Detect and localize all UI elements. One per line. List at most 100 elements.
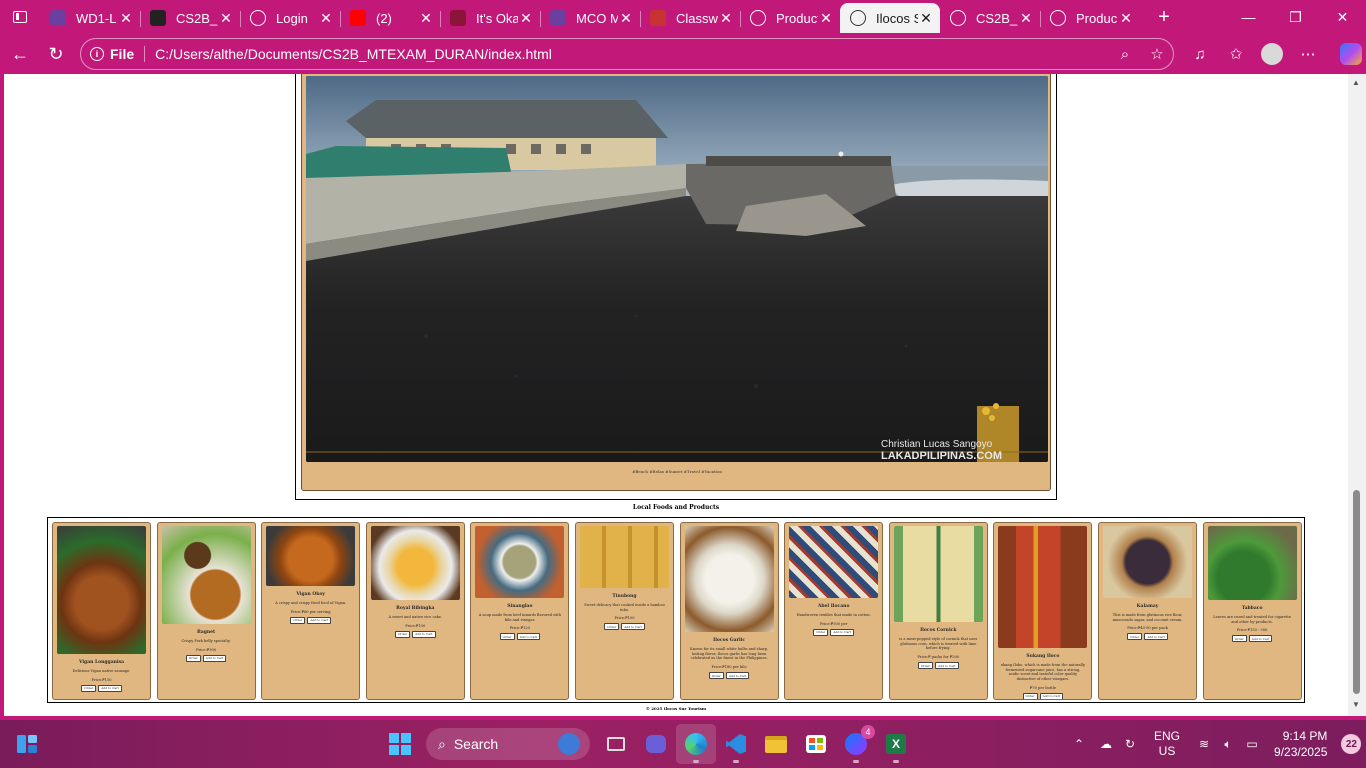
language-code: ENG (1154, 729, 1181, 743)
order-button[interactable]: Order (708, 672, 724, 680)
order-button[interactable]: Order (394, 630, 410, 638)
product-image (1103, 526, 1192, 598)
restore-button[interactable]: ❐ (1272, 0, 1319, 34)
meet-icon[interactable] (636, 724, 676, 764)
close-tab-icon[interactable]: ✕ (918, 10, 934, 27)
browser-tab[interactable]: Login ✕ (240, 3, 340, 33)
browser-tab[interactable]: CS2B_M✕ (140, 3, 240, 33)
read-aloud-icon[interactable]: ♫ (1182, 46, 1218, 63)
close-tab-icon[interactable]: ✕ (318, 10, 334, 27)
close-tab-icon[interactable]: ✕ (818, 10, 834, 27)
edge-icon[interactable] (676, 724, 716, 764)
order-button[interactable]: Order (81, 684, 97, 692)
profile-avatar[interactable] (1261, 43, 1283, 65)
order-button[interactable]: Order (813, 628, 829, 636)
order-button[interactable]: Order (1231, 635, 1247, 643)
add-to-cart-button[interactable]: Add to Cart (1248, 635, 1273, 643)
more-menu-icon[interactable]: ⋯ (1290, 45, 1326, 63)
browser-tab[interactable]: Ilocos S ✕ (840, 3, 940, 33)
order-button[interactable]: Order (185, 654, 201, 662)
order-button[interactable]: Order (604, 623, 620, 631)
close-tab-icon[interactable]: ✕ (1018, 10, 1034, 27)
order-button[interactable]: Order (499, 633, 515, 641)
close-tab-icon[interactable]: ✕ (418, 10, 434, 27)
order-button[interactable]: Order (290, 616, 306, 624)
task-view-icon[interactable] (596, 724, 636, 764)
volume-icon[interactable]: 🔈︎ (1216, 737, 1240, 752)
show-hidden-icons[interactable]: ⌃ (1064, 737, 1094, 751)
add-to-cart-button[interactable]: Add to Cart (725, 672, 750, 680)
close-tab-icon[interactable]: ✕ (218, 10, 234, 27)
page-scrollbar[interactable]: ▲ ▼ (1348, 74, 1366, 716)
scroll-thumb[interactable] (1353, 490, 1360, 694)
refresh-button[interactable]: ↻ (38, 36, 74, 72)
close-tab-icon[interactable]: ✕ (1118, 10, 1134, 27)
vscode-icon[interactable] (716, 724, 756, 764)
weather-icon[interactable]: ☁ (1094, 737, 1118, 751)
url-text[interactable]: C:/Users/althe/Documents/CS2B_MTEXAM_DUR… (155, 46, 1109, 62)
excel-icon[interactable]: X (876, 724, 916, 764)
add-to-cart-button[interactable]: Add to Cart (934, 662, 959, 670)
browser-tab[interactable]: (2) ✕ (340, 3, 440, 33)
copilot-icon[interactable] (1340, 43, 1362, 65)
messenger-icon[interactable]: 4 (836, 724, 876, 764)
add-to-cart-button[interactable]: Add to Cart (202, 654, 227, 662)
close-tab-icon[interactable]: ✕ (118, 10, 134, 27)
product-card: Abel Ilocano Handwoven textiles that made… (784, 522, 884, 700)
language-indicator[interactable]: ENG US (1154, 729, 1180, 759)
order-button[interactable]: Order (1022, 692, 1038, 699)
add-to-cart-button[interactable]: Add to Cart (1039, 692, 1064, 699)
clock[interactable]: 9:14 PM 9/23/2025 (1274, 728, 1327, 760)
add-to-cart-button[interactable]: Add to Cart (621, 623, 645, 631)
tab-actions-button[interactable] (0, 0, 40, 34)
browser-tab[interactable]: WD1-L ✕ (40, 3, 140, 33)
order-button[interactable]: Order (917, 662, 933, 670)
tab-strip: WD1-L✕CS2B_M✕Login✕(2)✕It's Oka✕MCO M✕Cl… (0, 0, 1366, 34)
product-price: ₱70 per bottle (1029, 685, 1056, 690)
new-tab-button[interactable]: + (1146, 6, 1182, 29)
browser-tab[interactable]: It's Oka ✕ (440, 3, 540, 33)
product-name: Tinubong (612, 594, 637, 599)
add-to-cart-button[interactable]: Add to Cart (1144, 633, 1168, 641)
browser-tab[interactable]: Classwo✕ (640, 3, 740, 33)
product-description: Handwoven textiles that made in cotton. (796, 613, 871, 617)
close-tab-icon[interactable]: ✕ (718, 10, 734, 27)
battery-icon[interactable]: ▭ (1240, 737, 1264, 751)
favorite-star-icon[interactable]: ☆ (1141, 45, 1173, 63)
site-info-icon[interactable]: i (90, 47, 104, 61)
close-tab-icon[interactable]: ✕ (518, 10, 534, 27)
zoom-icon[interactable]: ⌕ (1109, 46, 1141, 63)
close-tab-icon[interactable]: ✕ (618, 10, 634, 27)
address-bar[interactable]: i File C:/Users/althe/Documents/CS2B_MTE… (80, 38, 1174, 70)
sync-icon[interactable]: ↻ (1118, 737, 1142, 751)
store-icon[interactable] (796, 724, 836, 764)
scroll-up-icon[interactable]: ▲ (1352, 78, 1360, 87)
add-to-cart-button[interactable]: Add to Cart (516, 633, 541, 641)
browser-tab[interactable]: Product ✕ (740, 3, 840, 33)
product-card: Tabbaco Leaves are cured and treated for … (1202, 522, 1302, 700)
drive-icon (950, 10, 966, 26)
close-window-button[interactable]: ✕ (1319, 0, 1366, 34)
add-to-cart-button[interactable]: Add to Cart (98, 684, 122, 692)
product-name: Tabbaco (1241, 606, 1263, 611)
widgets-icon[interactable] (16, 734, 38, 754)
scroll-down-icon[interactable]: ▼ (1352, 700, 1360, 709)
favorites-icon[interactable]: ✩ (1218, 45, 1254, 63)
back-button[interactable]: ← (2, 36, 38, 72)
add-to-cart-button[interactable]: Add to Cart (307, 616, 332, 624)
add-to-cart-button[interactable]: Add to Cart (411, 630, 436, 638)
file-explorer-icon[interactable] (756, 724, 796, 764)
product-actions: Order Add to Cart (681, 672, 778, 680)
taskbar-search[interactable]: ⌕ Search (426, 728, 590, 760)
start-icon[interactable] (380, 724, 420, 764)
hero-section: Christian Lucas Sangoyo LAKADPILIPINAS.C… (295, 74, 1057, 500)
order-button[interactable]: Order (1127, 633, 1143, 641)
add-to-cart-button[interactable]: Add to Cart (830, 628, 855, 636)
wifi-icon[interactable]: ≋ (1192, 737, 1216, 751)
globe-icon (250, 10, 266, 26)
notification-badge[interactable]: 22 (1341, 734, 1362, 754)
browser-tab[interactable]: MCO M ✕ (540, 3, 640, 33)
browser-tab[interactable]: Produc ✕ (1040, 3, 1140, 33)
browser-tab[interactable]: CS2B_E✕ (940, 3, 1040, 33)
minimize-button[interactable]: — (1225, 0, 1272, 34)
